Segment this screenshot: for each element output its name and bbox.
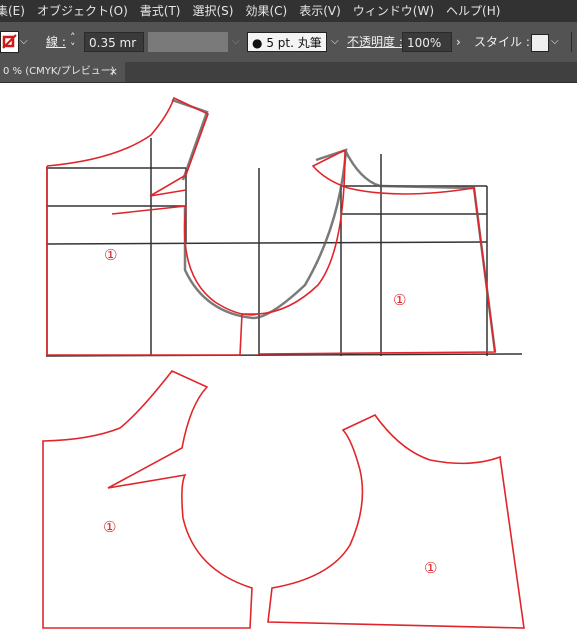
opacity-label[interactable]: 不透明度 : <box>347 32 403 52</box>
document-tab-bar: 0 % (CMYK/プレビュー) × <box>0 62 577 83</box>
menu-edit[interactable]: 集(E) <box>0 0 31 22</box>
menu-type[interactable]: 書式(T) <box>134 0 187 22</box>
toolbar-divider <box>571 32 572 52</box>
pattern-artwork: ① ① ① ① <box>42 96 525 629</box>
menu-bar: 集(E) オブジェクト(O) 書式(T) 選択(S) 効果(C) 表示(V) ウ… <box>0 0 577 22</box>
stroke-label[interactable]: 線 : <box>46 32 66 52</box>
variable-width-profile[interactable] <box>148 32 228 52</box>
brush-name: 5 pt. 丸筆 <box>266 36 322 50</box>
piece-mark-1: ① <box>104 246 117 264</box>
document-tab-title: 0 % (CMYK/プレビュー) <box>3 66 115 77</box>
pattern-piece-front <box>42 370 253 629</box>
artboard-canvas[interactable]: ① ① ① ① <box>0 83 577 640</box>
chevron-right-icon[interactable]: › <box>456 32 461 52</box>
menu-help[interactable]: ヘルプ(H) <box>440 0 506 22</box>
no-stroke-icon <box>2 34 17 49</box>
opacity-field[interactable]: 100% <box>402 32 452 52</box>
piece-marks: ① ① ① ① <box>103 246 437 577</box>
menu-view[interactable]: 表示(V) <box>293 0 347 22</box>
traced-outlines <box>46 96 496 356</box>
pattern-piece-back <box>267 413 525 629</box>
control-bar: ⌵ 線 : ˄ ˅ 0.35 mr ⌵ ● 5 pt. 丸筆 ⌵ 不透明度 : 1… <box>0 22 577 62</box>
document-tab[interactable]: 0 % (CMYK/プレビュー) × <box>0 62 125 82</box>
style-label: スタイル : <box>474 35 530 49</box>
menu-window[interactable]: ウィンドウ(W) <box>347 0 440 22</box>
brush-definition-dropdown[interactable]: ● 5 pt. 丸筆 <box>247 32 327 52</box>
brush-chevron-icon[interactable]: ⌵ <box>331 32 339 52</box>
profile-chevron-icon[interactable]: ⌵ <box>232 32 240 52</box>
chevron-down-icon[interactable]: ⌵ <box>20 32 28 52</box>
sketch-pencil <box>171 98 497 353</box>
brush-dot-icon: ● <box>252 36 263 50</box>
menu-object[interactable]: オブジェクト(O) <box>31 0 134 22</box>
style-chevron-icon[interactable]: ⌵ <box>551 32 559 52</box>
stepper-icon[interactable]: ˄ ˅ <box>70 32 76 53</box>
close-icon[interactable]: × <box>109 62 118 82</box>
menu-effect[interactable]: 効果(C) <box>239 0 293 22</box>
stroke-width-field[interactable]: 0.35 mr <box>84 32 144 52</box>
piece-mark-3: ① <box>103 518 116 536</box>
menu-select[interactable]: 選択(S) <box>186 0 239 22</box>
stroke-color-swatch[interactable] <box>0 31 19 53</box>
graphic-style-swatch[interactable] <box>531 34 549 52</box>
piece-mark-4: ① <box>424 559 437 577</box>
piece-mark-2: ① <box>393 291 406 309</box>
